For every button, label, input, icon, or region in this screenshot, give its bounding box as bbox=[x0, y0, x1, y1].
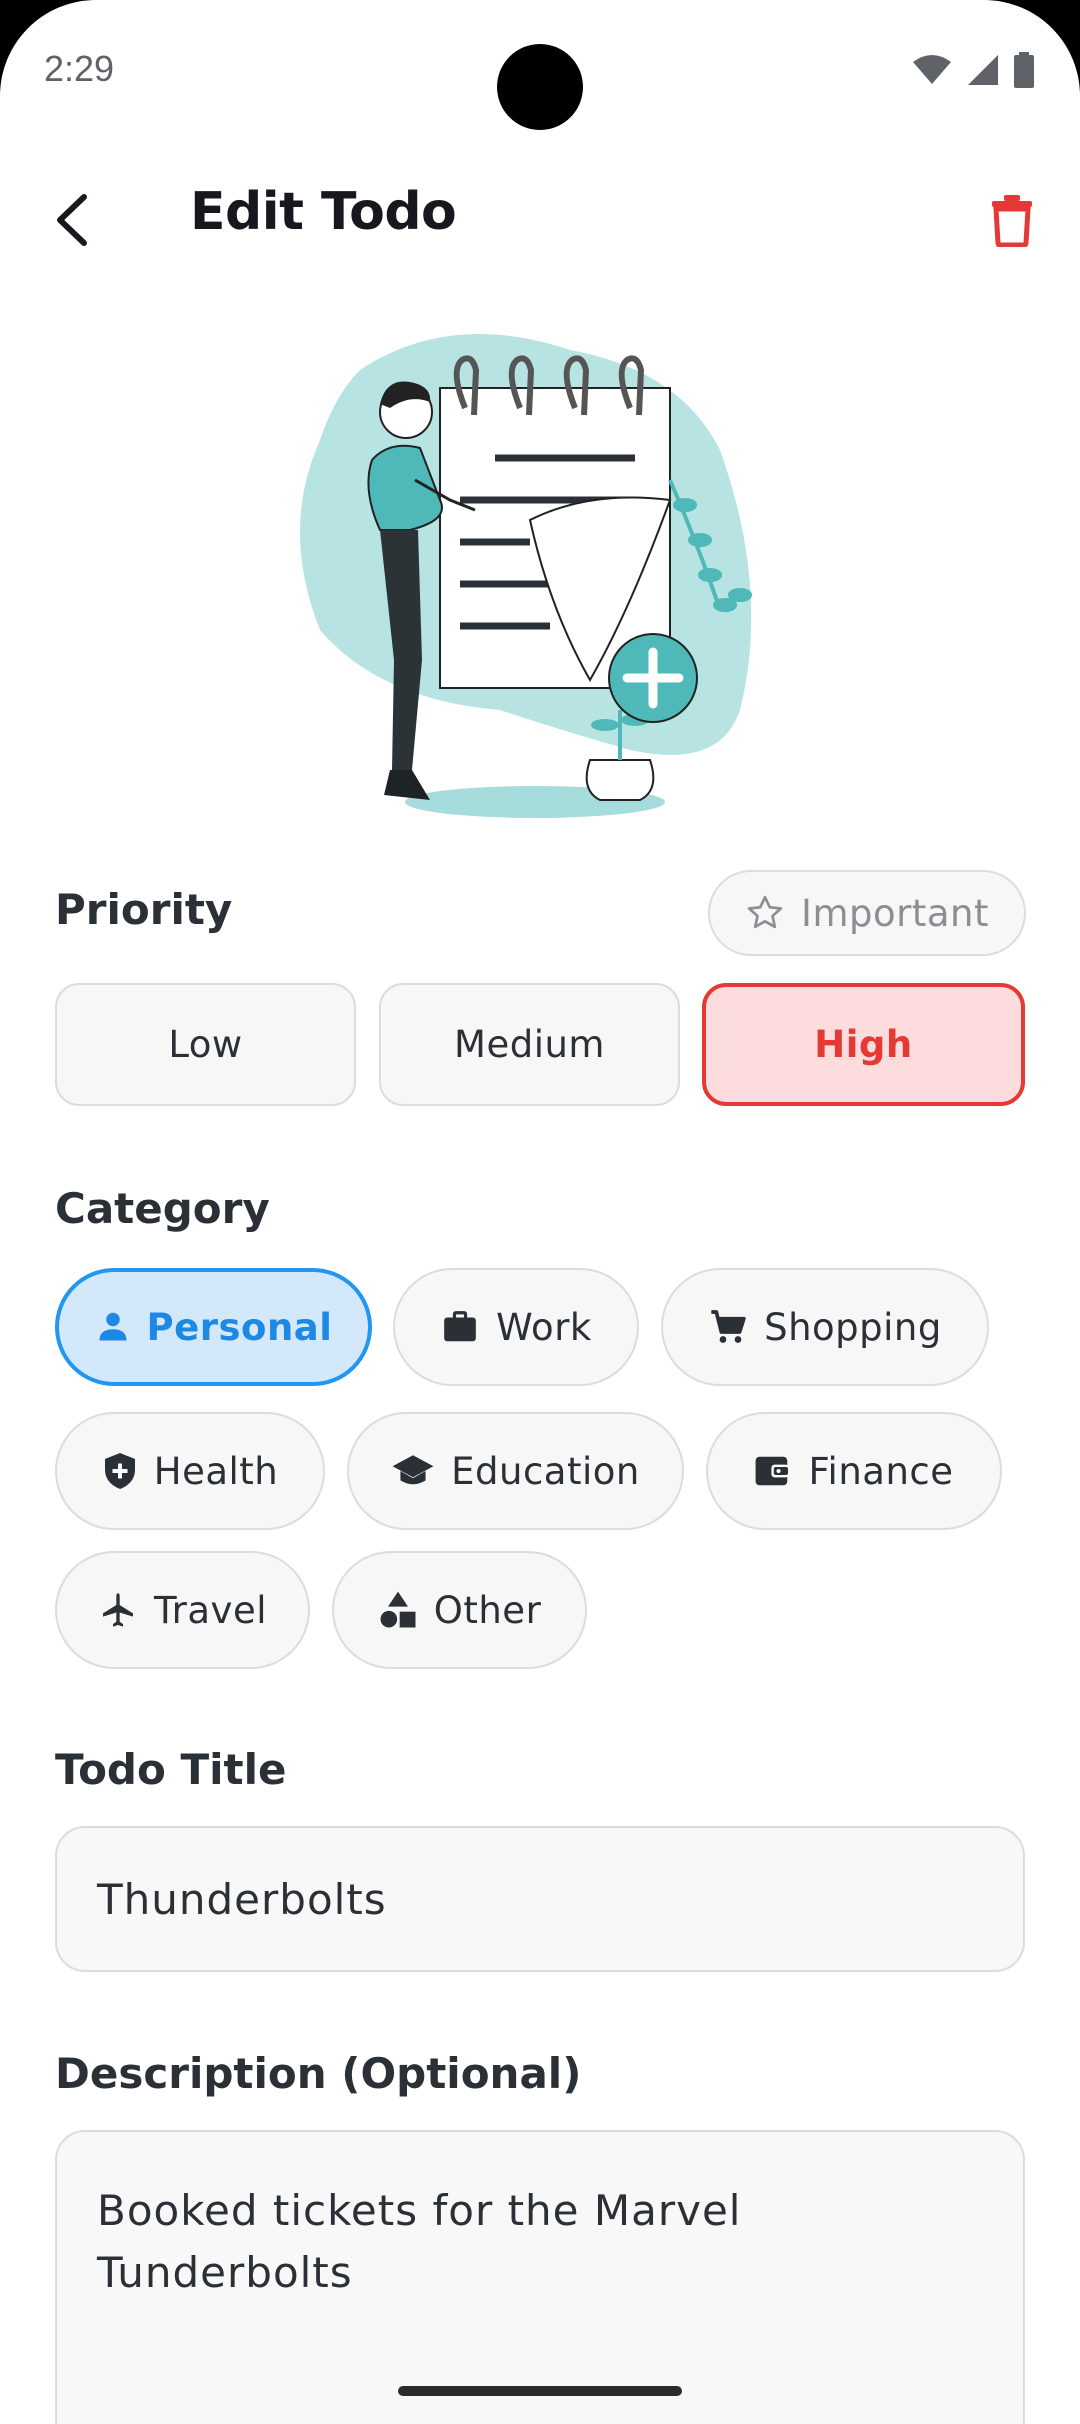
category-work-chip[interactable]: Work bbox=[393, 1268, 639, 1386]
briefcase-icon bbox=[444, 1311, 476, 1342]
category-work-label: Work bbox=[496, 1305, 592, 1349]
description-value: Booked tickets for the Marvel Tunderbolt… bbox=[97, 2186, 742, 2297]
back-button[interactable] bbox=[32, 180, 112, 260]
category-label: Category bbox=[55, 1184, 270, 1233]
signal-icon bbox=[968, 55, 998, 85]
category-health-chip[interactable]: Health bbox=[55, 1412, 325, 1530]
important-label: Important bbox=[801, 891, 989, 935]
priority-low-button[interactable]: Low bbox=[55, 983, 356, 1106]
todo-title-input[interactable]: Thunderbolts bbox=[55, 1826, 1025, 1972]
category-finance-chip[interactable]: Finance bbox=[706, 1412, 1002, 1530]
category-travel-chip[interactable]: Travel bbox=[55, 1551, 310, 1669]
category-travel-label: Travel bbox=[154, 1588, 267, 1632]
trash-icon bbox=[992, 195, 1032, 247]
star-outline-icon bbox=[747, 895, 783, 929]
airplane-icon bbox=[103, 1593, 133, 1627]
status-icons bbox=[912, 52, 1034, 88]
arrow-back-icon bbox=[57, 194, 87, 246]
category-personal-chip[interactable]: Personal bbox=[55, 1268, 372, 1386]
category-finance-label: Finance bbox=[808, 1449, 954, 1493]
description-input[interactable]: Booked tickets for the Marvel Tunderbolt… bbox=[55, 2130, 1025, 2424]
cart-icon bbox=[711, 1310, 746, 1343]
graduation-cap-icon bbox=[392, 1455, 434, 1485]
category-shopping-chip[interactable]: Shopping bbox=[661, 1268, 989, 1386]
shapes-icon bbox=[380, 1591, 416, 1628]
todo-title-value: Thunderbolts bbox=[97, 1875, 387, 1924]
priority-high-button[interactable]: High bbox=[702, 983, 1025, 1106]
priority-high-label: High bbox=[814, 1023, 913, 1066]
shield-plus-icon bbox=[104, 1453, 135, 1489]
category-other-label: Other bbox=[433, 1588, 542, 1632]
wifi-icon bbox=[913, 55, 951, 84]
home-indicator[interactable] bbox=[398, 2386, 682, 2396]
todo-illustration bbox=[300, 334, 752, 818]
category-education-chip[interactable]: Education bbox=[347, 1412, 684, 1530]
category-shopping-label: Shopping bbox=[764, 1305, 942, 1349]
battery-icon bbox=[1014, 52, 1034, 88]
priority-medium-label: Medium bbox=[454, 1023, 605, 1066]
category-health-label: Health bbox=[153, 1449, 279, 1493]
category-education-label: Education bbox=[451, 1449, 640, 1493]
priority-label: Priority bbox=[55, 885, 233, 934]
todo-title-label: Todo Title bbox=[55, 1745, 287, 1794]
category-other-chip[interactable]: Other bbox=[332, 1551, 587, 1669]
priority-low-label: Low bbox=[168, 1023, 243, 1066]
page-title: Edit Todo bbox=[190, 182, 457, 242]
description-label: Description (Optional) bbox=[55, 2049, 582, 2098]
camera-cutout bbox=[497, 44, 583, 130]
wallet-icon bbox=[756, 1456, 790, 1486]
screen: 2:29 Edit Todo Priority Important Low Me… bbox=[0, 0, 1080, 2424]
person-icon bbox=[99, 1312, 127, 1341]
delete-button[interactable] bbox=[972, 180, 1052, 260]
category-personal-label: Personal bbox=[146, 1305, 333, 1349]
status-time: 2:29 bbox=[44, 48, 115, 89]
priority-medium-button[interactable]: Medium bbox=[379, 983, 680, 1106]
important-toggle[interactable]: Important bbox=[708, 870, 1026, 956]
